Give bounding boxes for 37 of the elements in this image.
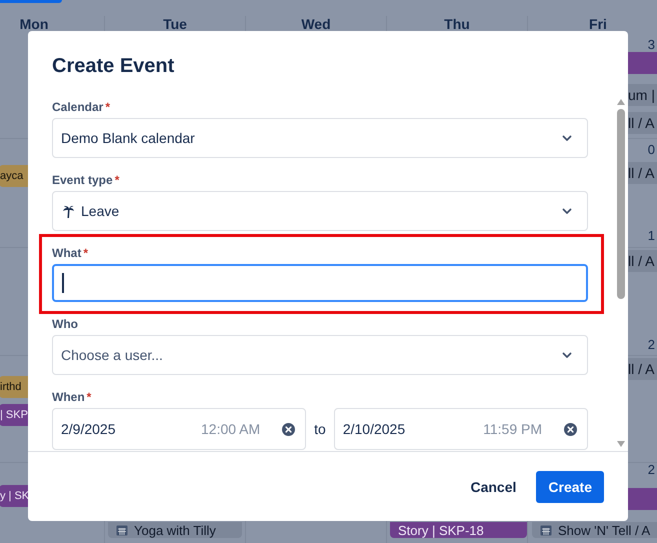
event-chip[interactable]: Show 'N' Tell / A <box>532 522 657 538</box>
field-label: What * <box>52 246 89 260</box>
start-date-field[interactable]: 2/9/2025 12:00 AM <box>52 408 306 450</box>
calendar-icon <box>540 524 552 536</box>
end-date-field[interactable]: 2/10/2025 11:59 PM <box>334 408 588 450</box>
field-label: Who <box>52 317 79 331</box>
calendar-icon <box>116 524 128 536</box>
date-number: 3 <box>648 37 655 52</box>
event-chip[interactable]: Yoga with Tilly <box>108 522 242 538</box>
date-number: 2 <box>648 337 655 352</box>
clear-icon[interactable] <box>564 422 577 436</box>
text-cursor-icon <box>62 273 64 293</box>
event-chip[interactable]: Story | SKP-18 <box>390 522 527 538</box>
day-header: Thu <box>444 16 470 32</box>
scroll-down-icon[interactable] <box>617 441 625 447</box>
select-field[interactable]: Leave <box>52 191 588 231</box>
select-field[interactable]: Demo Blank calendar <box>52 118 588 158</box>
cancel-button[interactable]: Cancel <box>458 470 528 502</box>
field-label: When * <box>52 390 92 404</box>
create-button[interactable]: Create <box>536 470 604 502</box>
day-header: Fri <box>589 16 607 32</box>
dialog-title: Create Event <box>52 55 176 78</box>
date-number: 1 <box>648 228 655 243</box>
scrollbar-thumb[interactable] <box>617 109 625 299</box>
field-label: Event type * <box>52 173 120 187</box>
day-header: Mon <box>20 16 48 32</box>
palm-tree-icon <box>61 203 77 219</box>
scroll-up-icon[interactable] <box>617 99 625 105</box>
range-separator: to <box>314 421 326 437</box>
text-input[interactable] <box>52 264 588 302</box>
day-header: Wed <box>301 16 331 32</box>
day-header: Tue <box>163 16 187 32</box>
field-label: Calendar * <box>52 100 112 114</box>
clear-icon[interactable] <box>282 422 296 436</box>
select-field[interactable]: Choose a user... <box>52 335 588 375</box>
date-number: 2 <box>648 462 655 477</box>
date-number: 0 <box>648 142 655 157</box>
